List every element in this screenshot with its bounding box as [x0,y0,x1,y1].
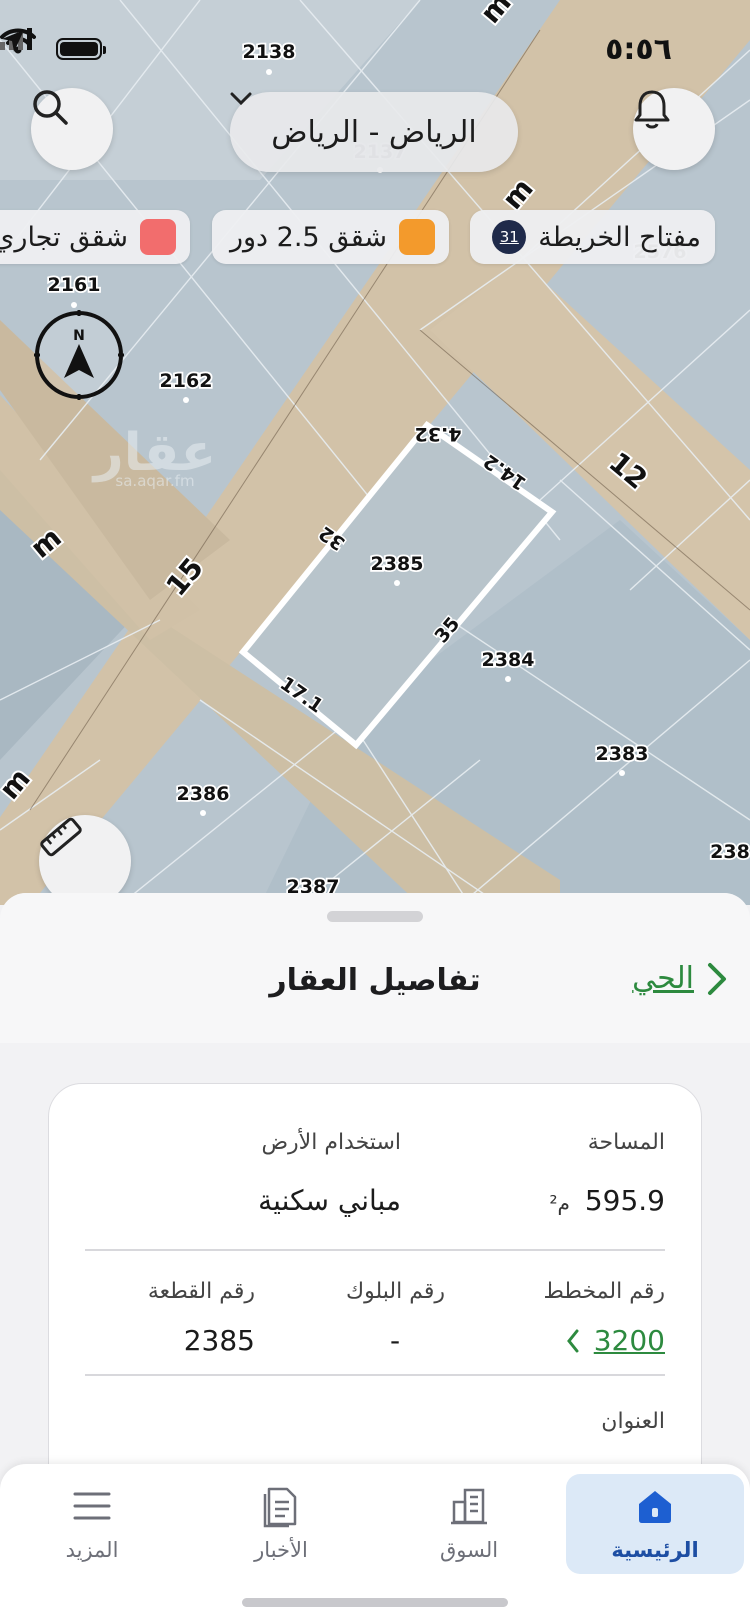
status-time: ٥:٥٦ [605,32,672,67]
parcel-number-label: رقم القطعة [147,1279,255,1304]
parcel-label: 2383 [596,743,649,765]
district-link[interactable]: الحي [632,961,728,996]
parcel-label: 2162 [160,370,213,392]
tab-market[interactable]: السوق [380,1474,558,1574]
search-icon [33,90,68,125]
watermark-url: sa.aqar.fm [115,472,194,490]
compass-north-label: N [73,328,85,344]
tab-label: الأخبار [254,1538,308,1562]
parcel-label: 2384 [482,649,535,671]
map-view[interactable]: عقار sa.aqar.fm 2138 2137 2576 2161 2162… [0,0,750,905]
plan-number-link[interactable]: 3200 [566,1324,665,1357]
status-bar: ٥:٥٦ [0,28,750,72]
land-use-label: استخدام الأرض [261,1130,401,1155]
location-arrow-icon [2,30,24,52]
filter-chip-apartments-2-5[interactable]: شقق 2.5 دور [212,210,449,264]
menu-icon [73,1492,111,1520]
filter-chip-label: شقق تجاري [0,221,128,253]
divider [85,1374,665,1376]
tab-news[interactable]: الأخبار [192,1474,370,1574]
news-icon [263,1487,297,1528]
parcel-number-value: 2385 [183,1324,255,1357]
block-number-value: - [389,1324,401,1357]
parcel-label: 2161 [48,274,101,296]
chevron-down-icon [230,92,252,106]
sheet-drag-handle[interactable] [327,911,423,922]
chevron-right-icon [708,962,726,995]
tab-label: السوق [439,1538,499,1562]
area-unit: م² [549,1191,570,1215]
color-swatch-orange [399,219,435,255]
tab-label: المزيد [65,1538,119,1562]
map-legend-badge: 31 [492,220,527,254]
divider [85,1249,665,1251]
aqar-watermark: عقار sa.aqar.fm [91,423,216,490]
search-button[interactable] [31,88,113,170]
parcel-label: 2385 [371,553,424,575]
tab-more[interactable]: المزيد [3,1474,181,1574]
measure-button[interactable] [39,815,131,905]
map-legend-chip[interactable]: مفتاح الخريطة 31 [470,210,715,264]
city-selector-label: الرياض - الرياض [271,114,477,150]
filter-chip-label: شقق 2.5 دور [229,221,387,253]
block-number-label: رقم البلوك [345,1279,445,1304]
map-legend-label: مفتاح الخريطة [538,221,701,253]
tab-label: الرئيسية [611,1538,699,1562]
city-selector[interactable]: الرياض - الرياض [230,92,518,172]
notifications-button[interactable] [633,88,715,170]
dimension-label: 4.32 [415,423,462,445]
compass-icon[interactable]: N [32,308,126,402]
building-icon [451,1488,487,1525]
filter-chip-commercial[interactable]: شقق تجاري [0,210,190,264]
sheet-header: تفاصيل العقار الحي [0,893,750,1043]
bell-icon [634,90,670,129]
battery-icon [56,38,106,60]
tab-home[interactable]: الرئيسية [566,1474,744,1574]
area-value: 595.9 م² [550,1184,666,1217]
parcel-label: 2386 [177,783,230,805]
plan-number-label: رقم المخطط [543,1279,665,1304]
land-use-value: مباني سكنية [258,1184,401,1217]
bottom-tab-bar: الرئيسية السوق الأخبار المزيد [0,1464,750,1622]
district-link-label: الحي [632,961,694,996]
area-number: 595.9 [584,1184,665,1217]
address-label: العنوان [601,1409,665,1434]
plan-number-value: 3200 [593,1324,665,1357]
home-icon [639,1491,671,1523]
color-swatch-red [140,219,176,255]
area-label: المساحة [587,1130,665,1155]
parcel-label: 238 [710,841,750,863]
home-indicator [242,1598,508,1607]
chevron-left-icon [566,1329,579,1352]
ruler-icon [40,817,82,857]
